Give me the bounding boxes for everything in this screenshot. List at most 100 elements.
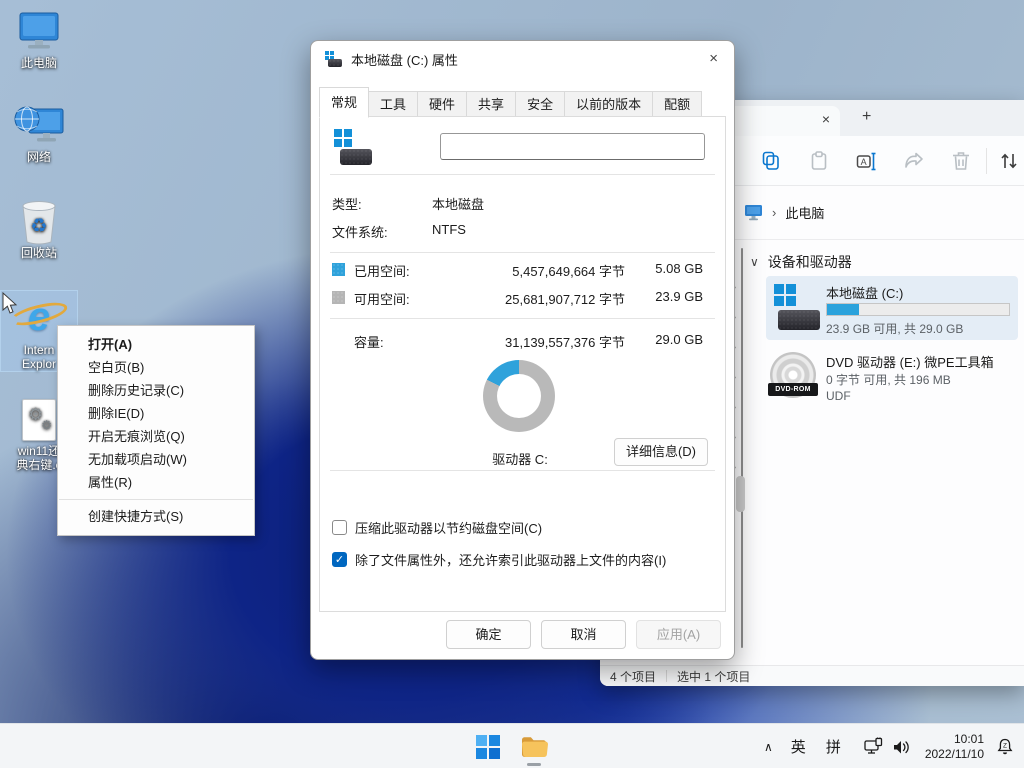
local-disk-icon [774,284,820,330]
status-item-count: 4 个项目 [610,668,656,685]
menu-item-no-addons[interactable]: 无加载项启动(W) [58,448,254,471]
hidden-icons-chevron-icon[interactable]: ∧ [764,740,773,754]
index-checkbox-row: ✓ 除了文件属性外，还允许索引此驱动器上文件的内容(I) [332,551,715,568]
this-pc-icon [0,8,78,56]
desktop-icon-recycle-bin[interactable]: ♻ 回收站 [0,198,78,260]
dialog-title: 本地磁盘 (C:) 属性 [351,50,458,69]
explorer-status-bar: 4 个项目 选中 1 个项目 [600,665,1024,686]
free-space-swatch [332,291,345,304]
index-checkbox-label: 除了文件属性外，还允许索引此驱动器上文件的内容(I) [355,550,666,569]
cancel-button[interactable]: 取消 [541,620,626,649]
taskbar-center [476,724,548,768]
paste-icon[interactable] [808,150,830,172]
taskbar: ∧ 英 拼 10:01 2022/11/10 Z [0,723,1024,768]
taskbar-clock[interactable]: 10:01 2022/11/10 [925,732,984,762]
network-icon[interactable] [863,737,883,756]
index-checkbox[interactable]: ✓ [332,552,347,567]
used-space-row: 已用空间: 5,457,649,664 字节 5.08 GB [320,261,725,279]
nav-scrollbar-thumb[interactable] [736,476,745,512]
section-devices-and-drives[interactable]: ∨ 设备和驱动器 [750,252,852,272]
ime-language-indicator[interactable]: 英 [791,736,806,757]
close-icon[interactable]: × [709,50,718,67]
svg-text:♻: ♻ [30,216,47,237]
tab-sharing[interactable]: 共享 [467,91,516,117]
apply-button[interactable]: 应用(A) [636,620,721,649]
new-tab-icon[interactable]: + [862,108,871,126]
separator [330,470,715,471]
breadcrumb[interactable]: 此电脑 [785,203,824,222]
compress-checkbox-row: 压缩此驱动器以节约磁盘空间(C) [332,519,715,536]
tab-quota[interactable]: 配额 [653,91,702,117]
menu-item-delete-history[interactable]: 删除历史记录(C) [58,379,254,402]
menu-separator [59,499,253,500]
nav-scrollbar-track[interactable] [741,248,743,648]
section-chevron-icon[interactable]: ∨ [750,255,759,269]
tab-tools[interactable]: 工具 [369,91,418,117]
toolbar-separator [986,148,987,174]
dvd-drive-item[interactable]: DVD-ROM DVD 驱动器 (E:) 微PE工具箱 0 字节 可用, 共 1… [766,346,1018,410]
used-space-gb: 5.08 GB [633,261,703,276]
used-space-label: 已用空间: [354,261,410,280]
status-divider [666,670,667,682]
svg-text:Z: Z [1003,742,1007,749]
desktop-icon-label: 网络 [0,150,78,164]
type-row: 类型: 本地磁盘 [320,194,725,212]
free-space-row: 可用空间: 25,681,907,712 字节 23.9 GB [320,289,725,307]
free-space-label: 可用空间: [354,289,410,308]
system-tray: ∧ 英 拼 10:01 2022/11/10 Z [764,724,1014,768]
drive-info: 23.9 GB 可用, 共 29.0 GB [826,320,963,337]
mouse-cursor [2,292,18,315]
status-selected-count: 选中 1 个项目 [677,668,750,685]
drive-usage-bar [826,303,1010,316]
drive-c-item[interactable]: 本地磁盘 (C:) 23.9 GB 可用, 共 29.0 GB [766,276,1018,340]
capacity-gb: 29.0 GB [633,332,703,347]
tab-hardware[interactable]: 硬件 [418,91,467,117]
drive-name: 本地磁盘 (C:) [826,283,903,302]
ime-mode-indicator[interactable]: 拼 [826,736,841,757]
filesystem-value: NTFS [432,222,466,237]
copy-icon[interactable] [760,150,782,172]
tab-close-icon[interactable]: × [822,111,830,127]
dialog-button-row: 确定 取消 应用(A) [446,620,721,649]
desktop-icon-network[interactable]: 网络 [0,102,78,164]
capacity-row: 容量: 31,139,557,376 字节 29.0 GB [320,332,725,350]
free-space-gb: 23.9 GB [633,289,703,304]
rename-icon[interactable]: A [855,150,877,172]
windows-logo-icon [476,735,500,759]
tab-general[interactable]: 常规 [319,87,369,118]
menu-item-inprivate[interactable]: 开启无痕浏览(Q) [58,425,254,448]
drive-usage-fill [827,304,859,315]
capacity-label: 容量: [354,332,384,351]
menu-item-properties[interactable]: 属性(R) [58,471,254,494]
ok-button[interactable]: 确定 [446,620,531,649]
section-header: 设备和驱动器 [768,252,852,272]
properties-dialog: 本地磁盘 (C:) 属性 × 常规 工具 硬件 共享 安全 以前的版本 配额 类… [310,40,735,660]
type-value: 本地磁盘 [432,194,484,213]
sort-icon[interactable] [998,150,1020,172]
file-explorer-taskbar-button[interactable] [520,724,548,768]
tray-time: 10:01 [925,732,984,747]
notification-bell-icon[interactable]: Z [996,737,1014,756]
details-button[interactable]: 详细信息(D) [614,438,708,466]
volume-label-input[interactable] [440,133,705,160]
separator [330,252,715,253]
menu-item-create-shortcut[interactable]: 创建快捷方式(S) [58,505,254,528]
start-button[interactable] [476,724,500,768]
desktop-icon-label: 此电脑 [0,56,78,70]
speaker-icon[interactable] [891,738,911,756]
tray-date: 2022/11/10 [925,747,984,762]
filesystem-label: 文件系统: [332,222,388,241]
desktop-icon-label: 回收站 [0,246,78,260]
tab-previous-versions[interactable]: 以前的版本 [565,91,653,117]
delete-icon[interactable] [950,150,972,172]
menu-item-delete-ie[interactable]: 删除IE(D) [58,402,254,425]
tab-security[interactable]: 安全 [516,91,565,117]
menu-item-open[interactable]: 打开(A) [58,333,254,356]
compress-checkbox-label: 压缩此驱动器以节约磁盘空间(C) [355,518,542,537]
local-disk-icon [325,51,342,67]
compress-checkbox[interactable] [332,520,347,535]
drive-name: DVD 驱动器 (E:) 微PE工具箱 [826,352,994,371]
menu-item-blank-page[interactable]: 空白页(B) [58,356,254,379]
share-icon[interactable] [903,150,925,172]
desktop-icon-this-pc[interactable]: 此电脑 [0,8,78,70]
